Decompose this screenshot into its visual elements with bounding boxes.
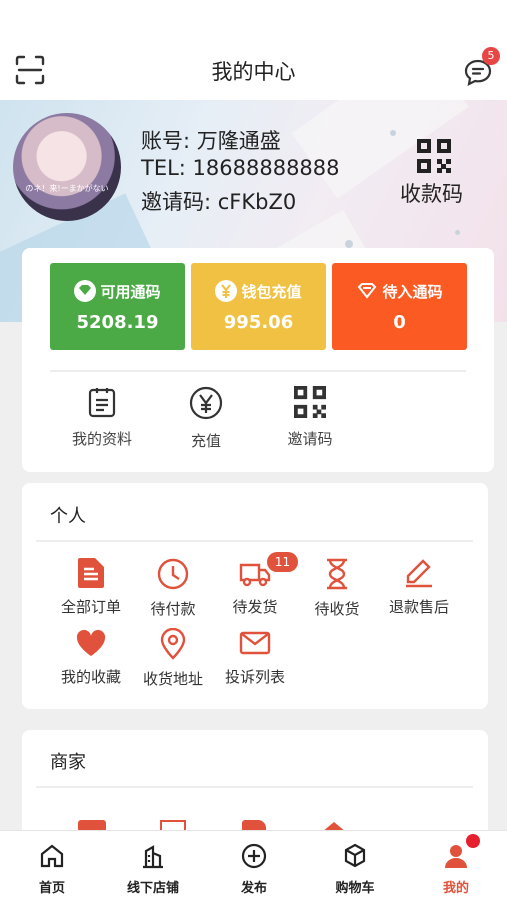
quick-label: 充值 (190, 432, 221, 450)
personal-pending-payment[interactable]: 待付款 (133, 558, 213, 619)
wallet-tile-available[interactable]: 可用通码 5208.19 (50, 263, 185, 350)
diamond-outline-icon (356, 280, 378, 302)
yen-icon (215, 279, 238, 302)
qr-code-icon[interactable] (417, 139, 451, 173)
account-tel: TEL: 18688888888 (141, 156, 340, 180)
tab-label: 购物车 (335, 881, 375, 896)
clipboard-icon (88, 388, 116, 418)
wallet-value: 995.06 (223, 312, 294, 333)
location-pin-icon (160, 628, 186, 660)
user-icon (445, 845, 467, 868)
quick-label: 我的资料 (71, 430, 132, 448)
heart-icon (76, 629, 106, 656)
tab-label: 发布 (240, 881, 267, 896)
wallet-title: 可用通码 (100, 283, 161, 301)
divider (36, 786, 473, 788)
wallet-title: 待入通码 (382, 283, 443, 301)
building-icon (143, 845, 163, 869)
pencil-icon (406, 559, 432, 588)
clock-icon (157, 558, 189, 590)
document-icon (78, 558, 104, 588)
personal-refund[interactable]: 退款售后 (379, 558, 459, 617)
envelope-icon (239, 631, 271, 655)
personal-item-label: 收货地址 (142, 670, 203, 688)
personal-address[interactable]: 收货地址 (133, 628, 213, 689)
tab-mine[interactable]: 我的 (406, 843, 506, 896)
page-title: 我的中心 (211, 60, 296, 84)
receive-qr-label[interactable]: 收款码 (400, 178, 463, 208)
tab-label: 首页 (38, 881, 65, 896)
wallet-tile-recharge[interactable]: 钱包充值 995.06 (191, 263, 326, 350)
personal-item-label: 待发货 (232, 598, 278, 616)
divider (50, 370, 466, 372)
notification-dot (466, 834, 480, 848)
top-bar: 我的中心 5 (0, 0, 507, 100)
quick-label: 邀请码 (287, 430, 333, 448)
quick-my-profile[interactable]: 我的资料 (57, 386, 147, 449)
wallet-tile-pending[interactable]: 待入通码 0 (332, 263, 467, 350)
divider (36, 540, 473, 542)
account-name: 账号: 万隆通盛 (141, 129, 281, 153)
home-icon (40, 844, 64, 868)
personal-item-label: 待付款 (150, 600, 196, 618)
personal-item-label: 退款售后 (388, 598, 449, 616)
tab-cart[interactable]: 购物车 (305, 843, 405, 896)
wallet-title: 钱包充值 (241, 283, 302, 301)
personal-item-label: 投诉列表 (224, 668, 285, 686)
wallet-value: 0 (393, 312, 406, 333)
personal-pending-receipt[interactable]: 待收货 (297, 558, 377, 619)
tab-publish[interactable]: 发布 (204, 843, 304, 896)
merchant-title: 商家 (50, 752, 86, 773)
personal-item-label: 全部订单 (60, 598, 121, 616)
personal-all-orders[interactable]: 全部订单 (51, 558, 131, 617)
quick-recharge[interactable]: 充值 (161, 386, 251, 451)
cube-icon (344, 843, 366, 868)
quick-invite[interactable]: 邀请码 (265, 386, 355, 449)
wallet-value: 5208.19 (76, 312, 159, 333)
tab-offline-store[interactable]: 线下店铺 (103, 843, 203, 896)
tab-home[interactable]: 首页 (2, 843, 102, 896)
message-count-badge: 5 (482, 47, 500, 65)
personal-favorites[interactable]: 我的收藏 (51, 628, 131, 687)
avatar-caption: のネ！来!ーまかがない (25, 184, 109, 193)
bottom-tab-bar: 首页 线下店铺 发布 购物车 我的 (0, 830, 507, 900)
tab-label: 我的 (442, 881, 469, 896)
personal-item-label: 我的收藏 (60, 668, 121, 686)
shipment-count-badge: 11 (267, 552, 298, 572)
yen-circle-icon (189, 386, 223, 420)
personal-complaints[interactable]: 投诉列表 (215, 628, 295, 687)
plus-circle-icon (241, 843, 267, 869)
invite-code: 邀请码: cFKbZ0 (141, 190, 297, 214)
personal-title: 个人 (50, 506, 86, 527)
hourglass-icon (327, 558, 347, 590)
avatar[interactable]: のネ！来!ーまかがない (13, 113, 121, 221)
tab-label: 线下店铺 (126, 881, 179, 896)
diamond-icon (74, 279, 97, 302)
personal-item-label: 待收货 (314, 600, 360, 618)
qr-code-icon (294, 386, 326, 418)
